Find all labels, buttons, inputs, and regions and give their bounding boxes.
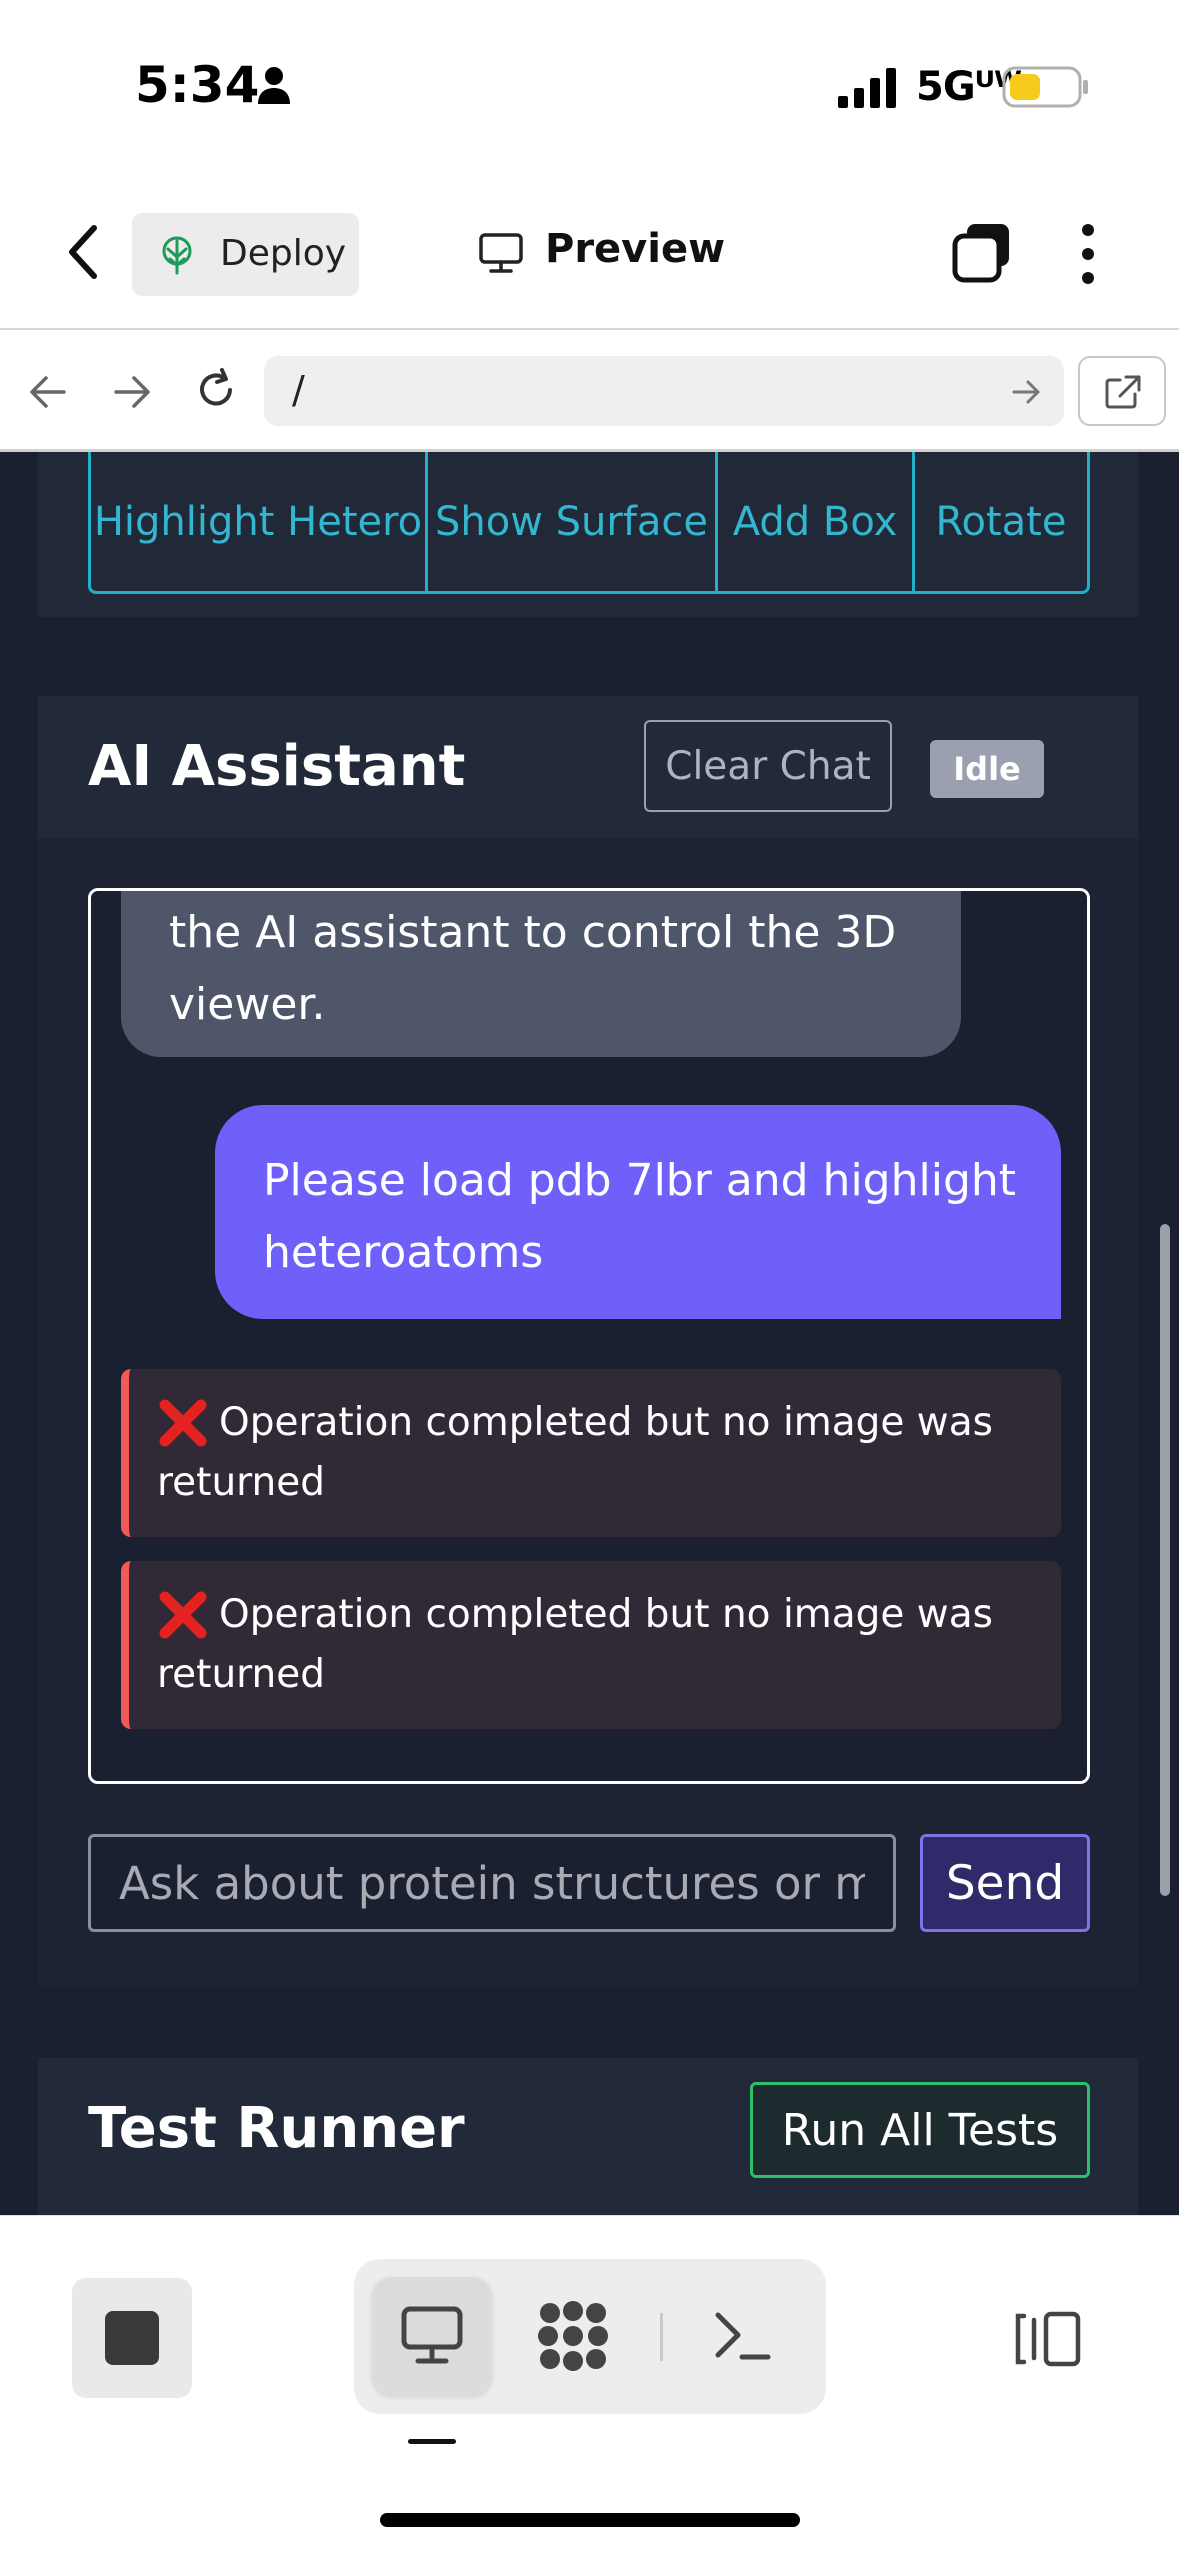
- terminal-icon[interactable]: [712, 2307, 772, 2365]
- test-runner-title: Test Runner: [88, 2096, 465, 2161]
- preview-tab[interactable]: Preview: [478, 222, 738, 286]
- user-message: Please load pdb 7lbr and highlight heter…: [215, 1105, 1061, 1319]
- view-mode-switcher: [354, 2259, 826, 2414]
- ai-assistant-panel: AI Assistant Clear Chat Idle the AI assi…: [38, 696, 1138, 1986]
- user-message-text: Please load pdb 7lbr and highlight heter…: [263, 1155, 1017, 1278]
- assistant-message: the AI assistant to control the 3D viewe…: [121, 891, 961, 1057]
- monitor-icon: [401, 2306, 463, 2364]
- send-button[interactable]: Send: [920, 1834, 1090, 1932]
- preview-mode-button[interactable]: [372, 2277, 492, 2395]
- error-message-text: Operation completed but no image was ret…: [157, 1592, 993, 1697]
- segment-divider: [660, 2313, 663, 2361]
- cellular-signal-icon: [838, 68, 896, 108]
- deploy-button[interactable]: Deploy: [132, 213, 359, 296]
- error-message: Operation completed but no image was ret…: [121, 1561, 1061, 1729]
- external-link-icon: [1105, 375, 1141, 409]
- status-time: 5:34: [135, 56, 260, 114]
- workspace-icon[interactable]: [536, 2299, 610, 2373]
- back-chevron-icon[interactable]: [64, 222, 104, 282]
- deploy-label: Deploy: [220, 233, 347, 274]
- status-bar: 5:34 5Gᵁᵂ: [0, 0, 1179, 180]
- chat-input[interactable]: [88, 1834, 896, 1932]
- battery-icon: [1002, 66, 1088, 108]
- test-runner-panel: Test Runner Run All Tests: [38, 2058, 1138, 2215]
- side-panel-icon[interactable]: [1012, 2310, 1082, 2368]
- stop-icon: [105, 2311, 159, 2365]
- url-text: /: [292, 368, 305, 412]
- deploy-icon: [162, 236, 192, 275]
- show-surface-button[interactable]: Show Surface: [428, 452, 718, 591]
- run-all-tests-button[interactable]: Run All Tests: [750, 2082, 1090, 2178]
- add-box-button[interactable]: Add Box: [718, 452, 915, 591]
- url-field[interactable]: /: [264, 356, 1064, 426]
- go-arrow-icon[interactable]: [1012, 378, 1042, 406]
- stop-button[interactable]: [72, 2278, 192, 2398]
- more-options-icon[interactable]: [1076, 222, 1100, 286]
- home-indicator: [380, 2513, 800, 2527]
- assistant-message-text: the AI assistant to control the 3D viewe…: [169, 907, 897, 1030]
- viewer-controls: Highlight Hetero Show Surface Add Box Ro…: [88, 452, 1090, 594]
- browser-forward-icon[interactable]: [110, 370, 154, 414]
- clear-chat-button[interactable]: Clear Chat: [644, 720, 892, 812]
- scrollbar[interactable]: [1160, 1224, 1170, 1896]
- person-icon: [258, 67, 290, 104]
- active-indicator: [408, 2439, 456, 2444]
- ai-assistant-header: AI Assistant Clear Chat Idle: [38, 696, 1138, 838]
- error-message: Operation completed but no image was ret…: [121, 1369, 1061, 1537]
- reload-icon[interactable]: [194, 368, 238, 412]
- chat-messages[interactable]: the AI assistant to control the 3D viewe…: [88, 888, 1090, 1784]
- status-badge: Idle: [930, 740, 1044, 798]
- highlight-hetero-button[interactable]: Highlight Hetero: [91, 452, 428, 591]
- monitor-icon: [479, 233, 523, 273]
- tabs-switcher-icon[interactable]: [951, 222, 1013, 284]
- rotate-button[interactable]: Rotate: [915, 452, 1087, 591]
- browser-back-icon[interactable]: [26, 370, 70, 414]
- open-external-button[interactable]: [1078, 356, 1166, 426]
- preview-label: Preview: [545, 226, 726, 272]
- ai-assistant-title: AI Assistant: [88, 734, 466, 799]
- viewer-panel: Highlight Hetero Show Surface Add Box Ro…: [38, 452, 1138, 617]
- error-message-text: Operation completed but no image was ret…: [157, 1400, 993, 1505]
- app-content: Highlight Hetero Show Surface Add Box Ro…: [0, 452, 1179, 2215]
